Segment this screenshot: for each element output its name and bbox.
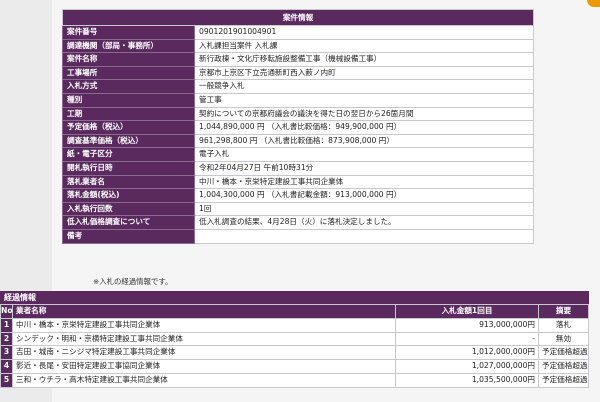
case-info-label: 入札方式: [62, 79, 195, 94]
col-header-name: 業者名称: [12, 304, 396, 319]
case-info-value: 1,044,890,000 円 （入札書比較価格：949,900,000 円）: [194, 120, 534, 135]
case-info-value: 1回: [194, 201, 534, 217]
case-info-value: 一般競争入札: [194, 79, 534, 94]
case-info-row: 開札執行日時 令和2年04月27日 午前10時31分: [62, 160, 534, 176]
case-info-value: 中川・橋本・京栄特定建設工事共同企業体: [194, 174, 534, 190]
progress-row: 5 三和・ウチラ・高木特定建設工事共同企業体 1,035,500,000円 予定価格超…: [0, 372, 589, 388]
case-info-value: 電子入札: [194, 147, 534, 162]
case-info-row: 調査基準価格（税込） 961,298,800 円 （入札書比較価格：873,908…: [62, 133, 534, 149]
progress-row-amount: -: [395, 331, 539, 347]
case-info-value: 961,298,800 円 （入札書比較価格：873,908,000 円）: [194, 133, 534, 149]
progress-row: 1 中川・橋本・京栄特定建設工事共同企業体 913,000,000円 落札: [0, 317, 589, 333]
progress-table: No. 業者名称 入札金額1回目 摘要 1中川・橋本・京栄特定建設工事共同企業体…: [0, 304, 589, 388]
case-info-label: 備考: [62, 228, 195, 244]
case-info-value: 1,004,300,000 円 （入札書記載金額：913,000,000 円）: [194, 188, 534, 203]
progress-row-no: 2: [0, 331, 13, 347]
case-info-label: 調査基準価格（税込）: [62, 133, 195, 149]
case-info-label: 入札執行回数: [62, 201, 195, 217]
case-info-value: 管工事: [194, 92, 534, 108]
progress-row-result: 予定価格超過: [538, 359, 589, 374]
progress-row: 3 吉田・城南・ニシジマ特定建設工事共同企業体 1,012,000,000円 予定価格…: [0, 345, 589, 361]
progress-row-name: 吉田・城南・ニシジマ特定建設工事共同企業体: [12, 345, 396, 361]
progress-row-amount: 1,012,000,000円: [395, 345, 539, 361]
case-info-label: 調達機関（部局・事務所）: [62, 38, 195, 54]
case-info-title: 案件情報: [62, 9, 534, 26]
progress-row-result: 落札: [538, 317, 589, 333]
case-info-row: 低入札価格調査について 低入札調査の結果、4月28日（火）に落札決定しました。: [62, 215, 534, 230]
case-info-label: 工事場所: [62, 65, 195, 81]
case-info-label: 予定価格（税込）: [62, 120, 195, 135]
case-info-value: 契約についての京都府議会の議決を得た日の翌日から26箇月間: [194, 106, 534, 122]
case-info-row: 備考: [62, 228, 534, 244]
progress-row-name: 中川・橋本・京栄特定建設工事共同企業体: [12, 317, 396, 333]
case-info-label: 開札執行日時: [62, 160, 195, 176]
case-info-value: 入札課担当案件 入札課: [194, 38, 534, 54]
progress-section: 経過情報 No. 業者名称 入札金額1回目 摘要 1中川・橋本・京栄特定建設工事…: [0, 291, 589, 388]
progress-row: 2 シンデック・明和・京横特定建設工事共同企業体 - 無効: [0, 331, 589, 347]
case-info-label: 案件番号: [62, 25, 195, 40]
case-info-row: 入札執行回数 1回: [62, 201, 534, 217]
case-info-label: 種別: [62, 92, 195, 108]
case-info-row: 紙・電子区分 電子入札: [62, 147, 534, 162]
progress-row-name: 影近・長尾・安田特定建設工事協同企業体: [12, 359, 396, 374]
progress-row-no: 1: [0, 317, 13, 333]
case-info-value: 令和2年04月27日 午前10時31分: [194, 160, 534, 176]
case-info-value: 新行政棟・文化庁移転施設整備工事（機械設備工事）: [194, 52, 534, 67]
progress-row-result: 無効: [538, 331, 589, 347]
case-info-row: 案件番号 0901201901004901: [62, 25, 534, 40]
case-info-label: 低入札価格調査について: [62, 215, 195, 230]
progress-title: 経過情報: [0, 291, 589, 304]
case-info-row: 落札金額(税込) 1,004,300,000 円 （入札書記載金額：913,000…: [62, 188, 534, 203]
case-info-label: 落札業者名: [62, 174, 195, 190]
case-info-label: 紙・電子区分: [62, 147, 195, 162]
case-info-label: 工期: [62, 106, 195, 122]
progress-row-result: 予定価格超過: [538, 345, 589, 361]
progress-row-result: 予定価格超過: [538, 372, 589, 388]
case-info-row: 予定価格（税込） 1,044,890,000 円 （入札書比較価格：949,900…: [62, 120, 534, 135]
progress-row-no: 4: [0, 359, 13, 374]
col-header-no: No.: [0, 304, 13, 319]
case-info-row: 落札業者名 中川・橋本・京栄特定建設工事共同企業体: [62, 174, 534, 190]
case-info-label: 案件名称: [62, 52, 195, 67]
case-info-row: 入札方式 一般競争入札: [62, 79, 534, 94]
case-info-table: 案件情報 案件番号 0901201901004901 調達機関（部局・事務所） 入札課…: [62, 9, 534, 244]
progress-note: ※入札の経過情報です。: [93, 277, 173, 286]
case-info-row: 調達機関（部局・事務所） 入札課担当案件 入札課: [62, 38, 534, 54]
progress-row-amount: 1,035,500,000円: [395, 372, 539, 388]
case-info-row: 工期 契約についての京都府議会の議決を得た日の翌日から26箇月間: [62, 106, 534, 122]
col-header-amount: 入札金額1回目: [395, 304, 539, 319]
col-header-result: 摘要: [538, 304, 589, 319]
case-info-row: 種別 管工事: [62, 92, 534, 108]
progress-row-amount: 913,000,000円: [395, 317, 539, 333]
progress-row-amount: 1,027,000,000円: [395, 359, 539, 374]
case-info-value: 0901201901004901: [194, 25, 534, 40]
case-info-row: 案件名称 新行政棟・文化庁移転施設整備工事（機械設備工事）: [62, 52, 534, 67]
progress-row-no: 5: [0, 372, 13, 388]
progress-row-name: 三和・ウチラ・高木特定建設工事共同企業体: [12, 372, 396, 388]
case-info-label: 落札金額(税込): [62, 188, 195, 203]
progress-row-no: 3: [0, 345, 13, 361]
progress-row-name: シンデック・明和・京横特定建設工事共同企業体: [12, 331, 396, 347]
case-info-value: 低入札調査の結果、4月28日（火）に落札決定しました。: [194, 215, 534, 230]
case-info-value: 京都市上京区下立売通新町西入薮ノ内町: [194, 65, 534, 81]
progress-row: 4 影近・長尾・安田特定建設工事協同企業体 1,027,000,000円 予定価格超過: [0, 359, 589, 374]
case-info-row: 工事場所 京都市上京区下立売通新町西入薮ノ内町: [62, 65, 534, 81]
case-info-value: [194, 228, 534, 244]
